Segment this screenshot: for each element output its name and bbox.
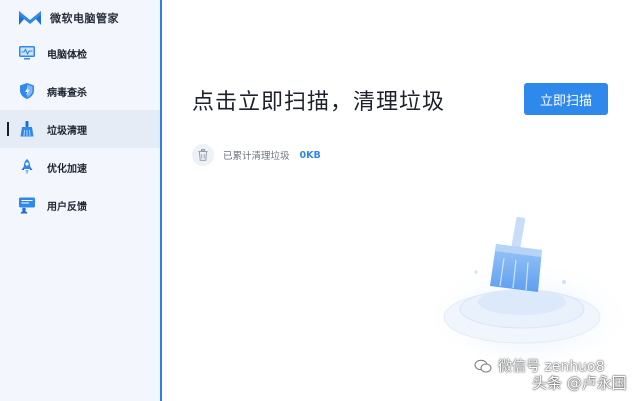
scan-now-button[interactable]: 立即扫描 [524,83,608,115]
shield-icon [20,83,34,99]
app-window: 微软电脑管家 电脑体检 病毒查杀 垃圾清理 优化加速 用户反馈 点击立即扫描，清… [0,0,640,401]
monitor-check-icon [19,46,35,60]
sidebar-item-label: 病毒查杀 [47,87,87,99]
wechat-icon [474,359,492,373]
cleaned-stats: 已累计清理垃圾 0KB [192,144,321,166]
sidebar-item-feedback[interactable]: 用户反馈 [0,186,160,224]
sidebar-item-junk-clean[interactable]: 垃圾清理 [0,110,160,148]
broom-illustration [429,216,629,362]
sidebar-item-label: 优化加速 [47,163,87,175]
sidebar-item-label: 用户反馈 [47,201,87,213]
sidebar-item-label: 电脑体检 [47,49,87,61]
sidebar-item-label: 垃圾清理 [47,125,87,137]
watermark-line2: 头条 @卢永国 [532,374,627,392]
brand: 微软电脑管家 [18,8,119,28]
page-title: 点击立即扫描，清理垃圾 [192,90,446,115]
broom-icon [20,121,34,137]
app-title: 微软电脑管家 [50,12,119,25]
sidebar-item-optimize[interactable]: 优化加速 [0,148,160,186]
sidebar: 微软电脑管家 电脑体检 病毒查杀 垃圾清理 优化加速 用户反馈 [0,0,162,401]
app-logo-icon [19,11,41,25]
sidebar-item-pc-checkup[interactable]: 电脑体检 [0,34,160,72]
feedback-icon [19,197,35,214]
sidebar-nav: 电脑体检 病毒查杀 垃圾清理 优化加速 用户反馈 [0,34,160,224]
main-panel: 点击立即扫描，清理垃圾 立即扫描 已累计清理垃圾 0KB 微信号 zenhuo8… [162,0,640,401]
cleaned-total-value: 0KB [299,149,321,161]
cleaned-total-label: 已累计清理垃圾 [223,151,290,162]
trash-icon [192,144,214,166]
rocket-icon [21,159,33,175]
sidebar-item-virus-scan[interactable]: 病毒查杀 [0,72,160,110]
